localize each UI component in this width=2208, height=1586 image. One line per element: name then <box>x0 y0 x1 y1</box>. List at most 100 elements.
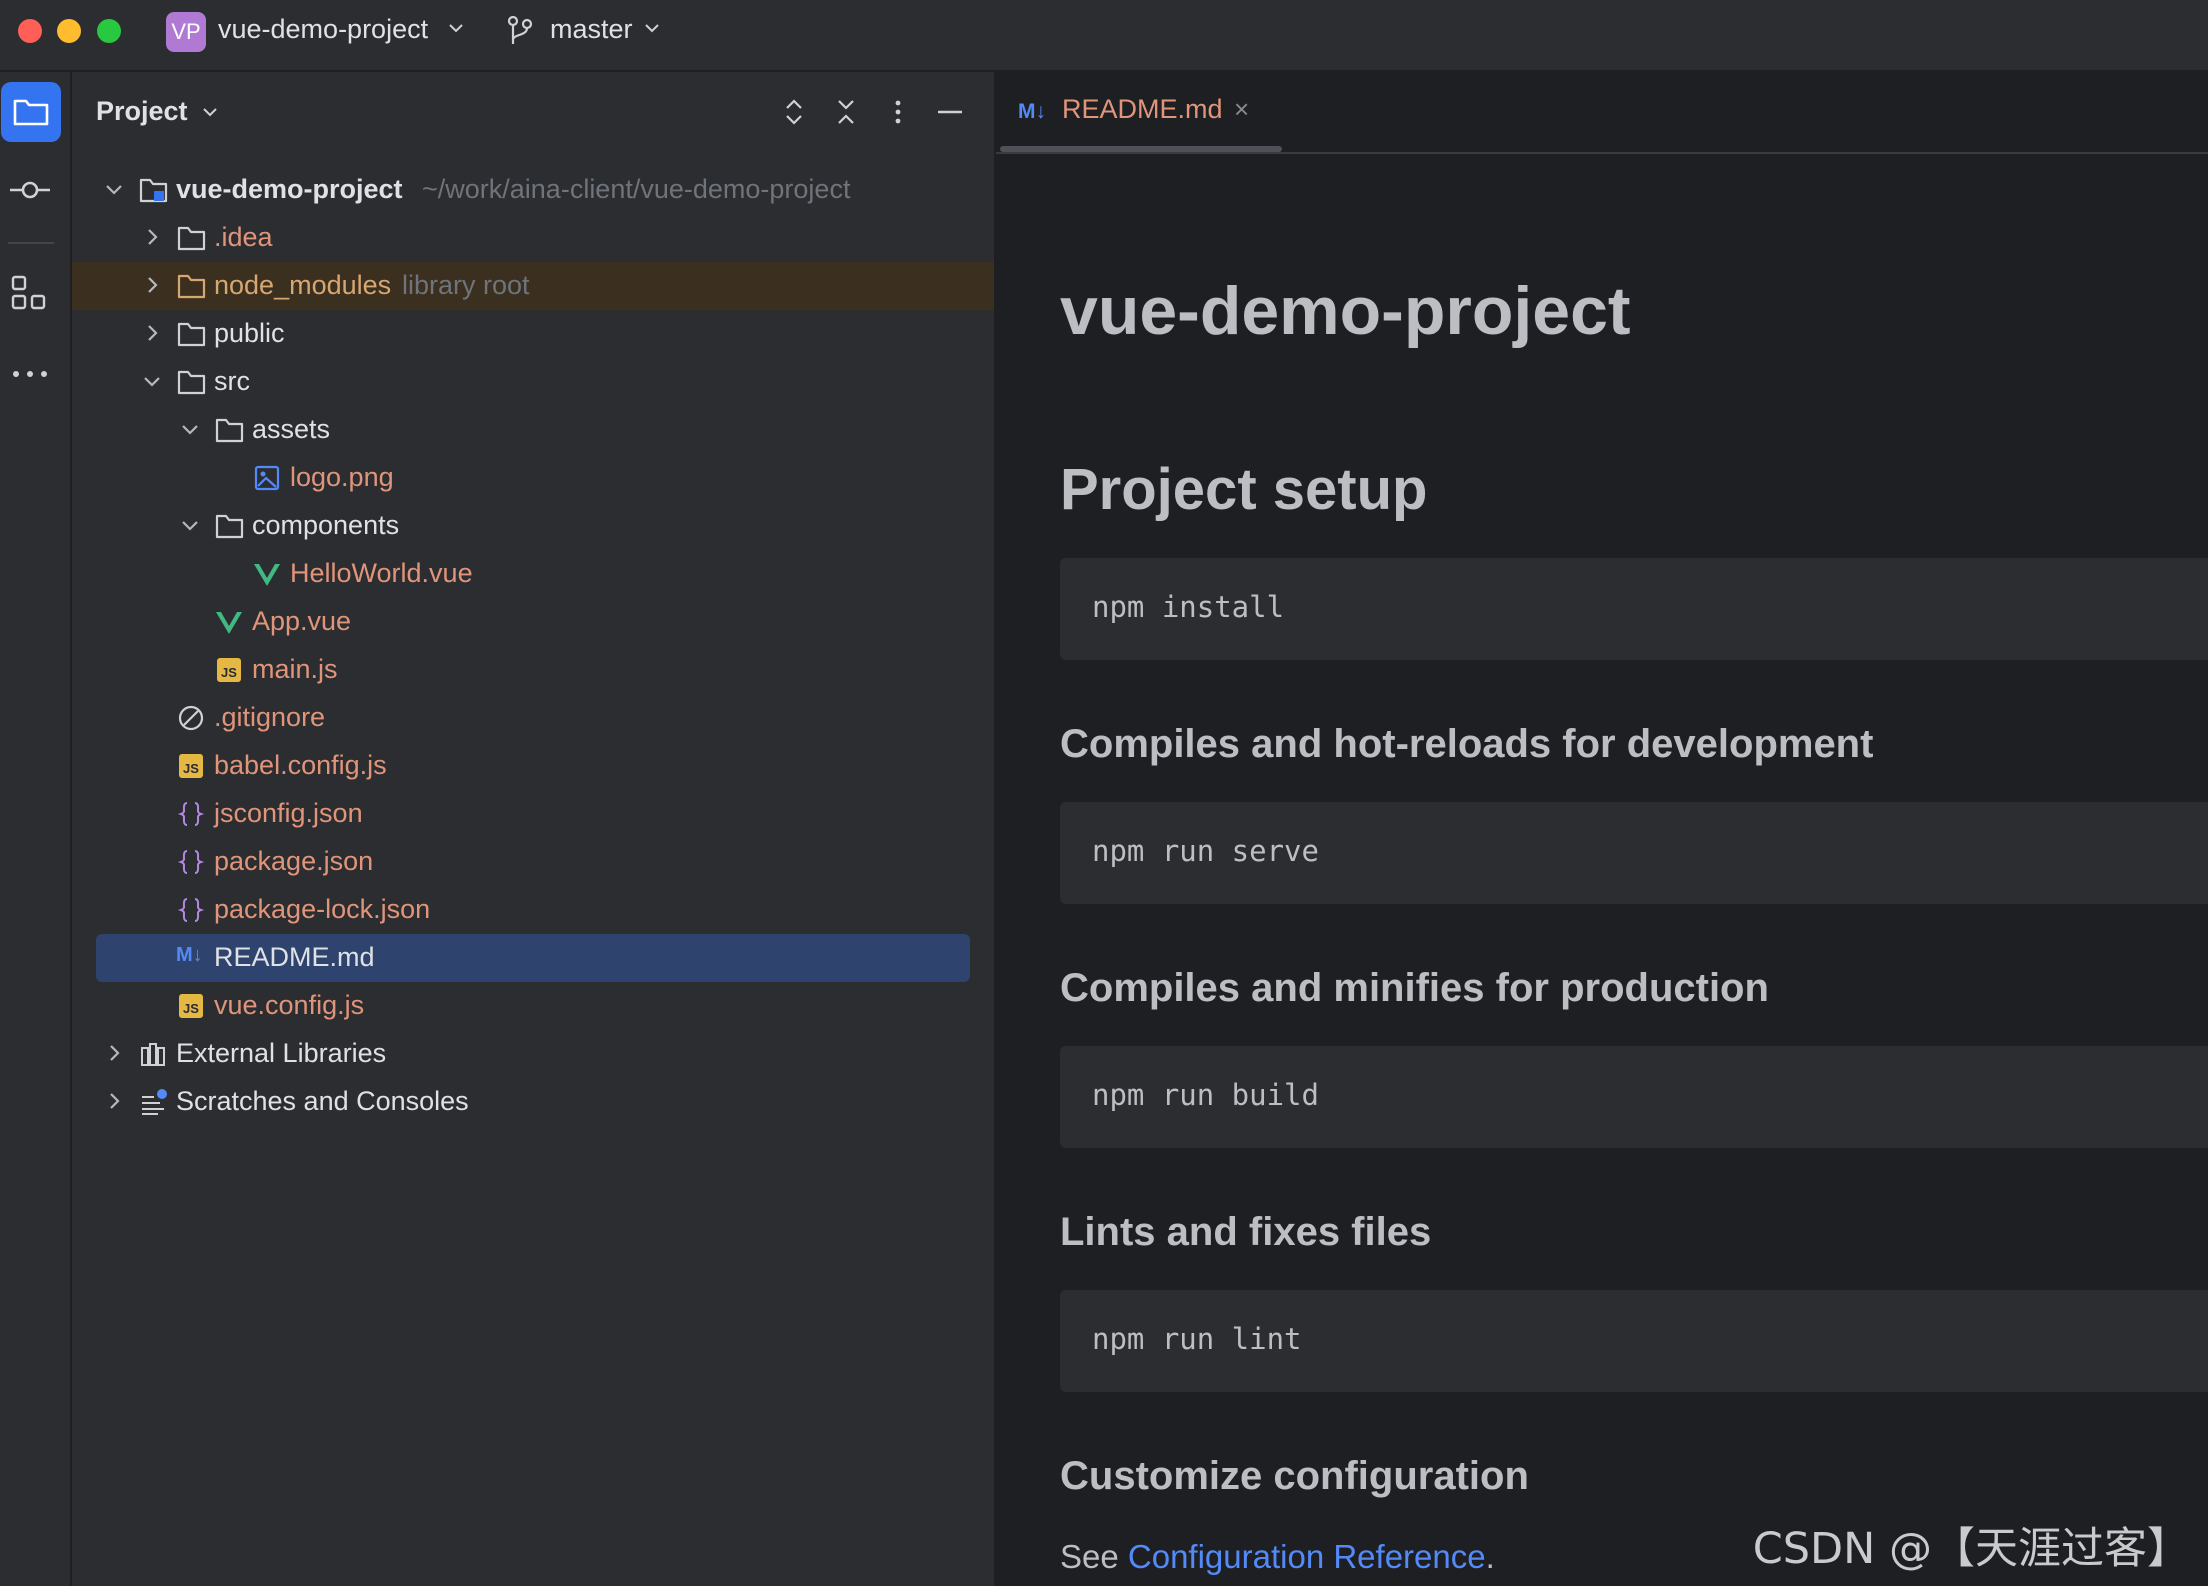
tree-item-scratches-and-consoles[interactable]: Scratches and Consoles <box>72 1078 994 1126</box>
code-block: npm run serve <box>1060 802 2208 904</box>
folder-module-icon <box>139 178 168 203</box>
tree-item-src[interactable]: src <box>72 358 994 406</box>
git-branch-icon <box>507 15 533 44</box>
vue-file-icon <box>216 612 242 634</box>
folder-icon <box>177 322 206 347</box>
tree-item-label: package.json <box>214 846 374 876</box>
tree-item-vue-config-js[interactable]: JS vue.config.js <box>72 982 994 1030</box>
chevron-down-icon[interactable] <box>642 18 662 38</box>
json-file-icon <box>177 850 205 874</box>
code-block: npm install <box>1060 558 2208 660</box>
tree-item-node-modules[interactable]: node_modules library root <box>72 262 994 310</box>
tree-item-helloworld-vue[interactable]: HelloWorld.vue <box>72 550 994 598</box>
svg-text:JS: JS <box>221 665 237 680</box>
folder-icon <box>13 99 49 126</box>
json-file-icon <box>177 898 205 922</box>
heading-customize: Customize configuration <box>1060 1454 1529 1498</box>
tree-item-external-libraries[interactable]: External Libraries <box>72 1030 994 1078</box>
folder-icon <box>177 370 206 395</box>
tree-item-components[interactable]: components <box>72 502 994 550</box>
tree-item-jsconfig-json[interactable]: jsconfig.json <box>72 790 994 838</box>
tree-item-assets[interactable]: assets <box>72 406 994 454</box>
tree-item-vue-demo-project[interactable]: vue-demo-project ~/work/aina-client/vue-… <box>72 166 994 214</box>
config-paragraph: See Configuration Reference. <box>1060 1538 1495 1576</box>
panel-title[interactable]: Project <box>96 96 188 127</box>
tree-item-label: App.vue <box>252 606 352 636</box>
code-text: npm install <box>1092 590 1285 624</box>
folder-icon <box>215 418 244 443</box>
tree-item-public[interactable]: public <box>72 310 994 358</box>
tree-item-readme-md[interactable]: M↓ README.md <box>96 934 970 982</box>
project-badge[interactable]: VP <box>166 12 206 52</box>
json-file-icon <box>177 802 205 826</box>
editor-area: M↓ README.md × vue-demo-project Project … <box>996 72 2208 1586</box>
tree-item-app-vue[interactable]: App.vue <box>72 598 994 646</box>
chevron-down-icon[interactable] <box>200 102 220 122</box>
chevron-down-icon[interactable] <box>178 513 202 537</box>
chevron-right-icon[interactable] <box>140 321 164 345</box>
editor-tab-bar: M↓ README.md × <box>996 72 2208 154</box>
tree-item-label: assets <box>252 414 331 444</box>
configuration-reference-link[interactable]: Configuration Reference <box>1128 1538 1486 1575</box>
tree-item-label: .idea <box>214 222 273 252</box>
chevron-down-icon[interactable] <box>178 417 202 441</box>
project-tool-button[interactable] <box>1 82 61 142</box>
collapse-all-icon[interactable] <box>828 94 864 130</box>
heading-lints: Lints and fixes files <box>1060 1210 1432 1254</box>
folder-icon <box>177 226 206 251</box>
project-switcher[interactable]: vue-demo-project <box>218 14 428 45</box>
chevron-down-icon[interactable] <box>140 369 164 393</box>
ignore-file-icon <box>178 705 204 731</box>
structure-tool-button[interactable] <box>0 264 60 324</box>
commit-tool-button[interactable] <box>0 160 60 220</box>
tree-item-label: babel.config.js <box>214 750 387 780</box>
tree-item-package-lock-json[interactable]: package-lock.json <box>72 886 994 934</box>
chevron-down-icon[interactable] <box>102 177 126 201</box>
title-bar: VP vue-demo-project master <box>0 0 2208 72</box>
tree-item-package-json[interactable]: package.json <box>72 838 994 886</box>
tree-item-label: Scratches and Consoles <box>176 1086 469 1116</box>
tree-item-main-js[interactable]: JS main.js <box>72 646 994 694</box>
tree-item-babel-config-js[interactable]: JS babel.config.js <box>72 742 994 790</box>
markdown-file-icon: M↓ <box>176 944 203 966</box>
minimize-window-button[interactable] <box>57 19 81 43</box>
tree-item-label: components <box>252 510 400 540</box>
js-file-icon: JS <box>217 658 241 682</box>
more-icon <box>13 371 47 377</box>
project-tool-window: Project vue-demo-project ~/work/aina-cli… <box>72 72 996 1586</box>
chevron-right-icon[interactable] <box>102 1041 126 1065</box>
image-file-icon <box>254 465 280 491</box>
paragraph-text: See <box>1060 1538 1128 1575</box>
hide-panel-icon[interactable] <box>932 94 968 130</box>
close-window-button[interactable] <box>18 19 42 43</box>
chevron-down-icon[interactable] <box>446 18 466 38</box>
tree-item-idea[interactable]: .idea <box>72 214 994 262</box>
heading-production: Compiles and minifies for production <box>1060 966 1769 1010</box>
tool-window-strip <box>0 72 72 1586</box>
markdown-file-icon: M↓ <box>1018 100 1046 123</box>
tree-item-label: External Libraries <box>176 1038 387 1068</box>
options-icon[interactable] <box>880 94 916 130</box>
more-tools-button[interactable] <box>0 344 60 404</box>
tree-item-gitignore[interactable]: .gitignore <box>72 694 994 742</box>
tree-item-label: HelloWorld.vue <box>290 558 473 588</box>
chevron-right-icon[interactable] <box>102 1089 126 1113</box>
chevron-right-icon[interactable] <box>140 273 164 297</box>
tree-item-label: vue.config.js <box>214 990 365 1020</box>
code-text: npm run lint <box>1092 1322 1302 1356</box>
close-tab-icon[interactable]: × <box>1234 94 1249 125</box>
chevron-right-icon[interactable] <box>140 225 164 249</box>
tree-item-label: README.md <box>214 942 375 972</box>
paragraph-text: . <box>1485 1538 1495 1575</box>
js-file-icon: JS <box>179 994 203 1018</box>
svg-text:JS: JS <box>183 1001 199 1016</box>
branch-switcher[interactable]: master <box>550 14 633 45</box>
tree-item-label: main.js <box>252 654 338 684</box>
tree-item-label: public <box>214 318 285 348</box>
tree-item-logo-png[interactable]: logo.png <box>72 454 994 502</box>
tab-label: README.md <box>1062 94 1223 124</box>
zoom-window-button[interactable] <box>97 19 121 43</box>
tree-item-label: .gitignore <box>214 702 326 732</box>
libraries-icon <box>141 1043 165 1066</box>
expand-all-icon[interactable] <box>776 94 812 130</box>
